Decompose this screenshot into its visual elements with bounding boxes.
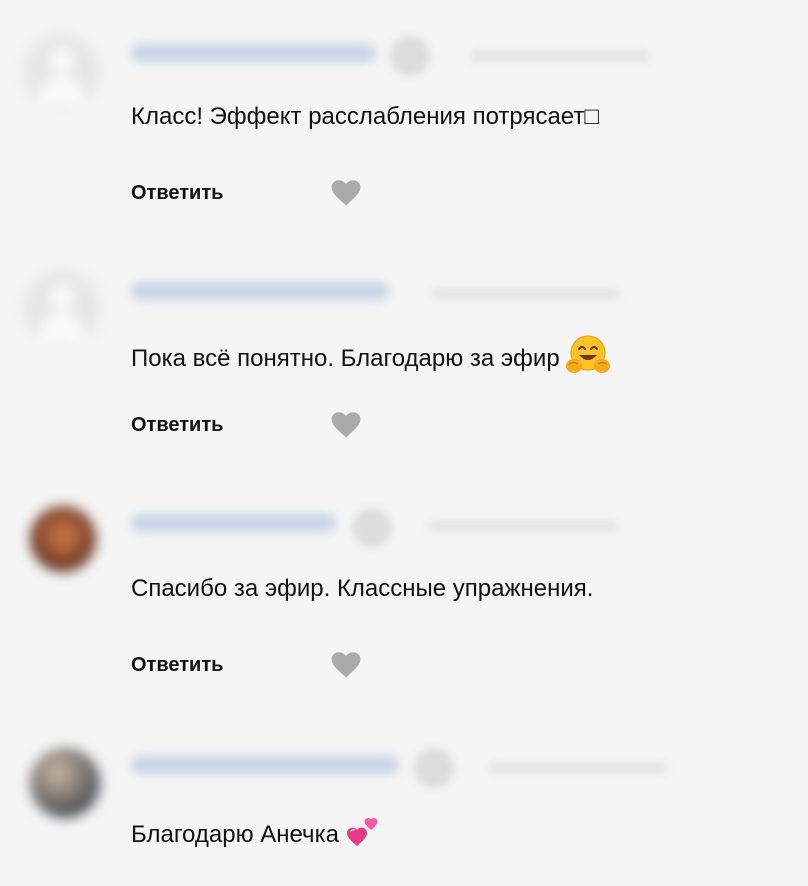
comment-text: Спасибо за эфир. Классные упражнения. [131, 573, 593, 605]
user-avatar[interactable] [24, 270, 100, 346]
user-avatar[interactable] [30, 506, 96, 572]
like-heart-icon[interactable] [331, 179, 361, 207]
author-name-blurred[interactable] [131, 44, 376, 62]
like-heart-icon[interactable] [331, 411, 361, 439]
reply-button[interactable]: Ответить [131, 654, 223, 677]
comment-text-content: Спасибо за эфир. Классные упражнения. [131, 575, 594, 602]
comments-feed: Класс! Эффект расслабления потрясает□ От… [0, 0, 808, 886]
author-badge-blurred [352, 508, 392, 548]
reply-button[interactable]: Ответить [131, 182, 223, 205]
timestamp-blurred [488, 762, 668, 774]
hugging-face-icon [565, 334, 610, 385]
timestamp-blurred [470, 50, 650, 62]
comment-text-content: Класс! Эффект расслабления потрясает [131, 103, 585, 130]
comment-text: Благодарю Анечка [131, 813, 381, 858]
comment-text: Пока всё понятно. Благодарю за эфир [131, 334, 610, 385]
author-badge-blurred [390, 36, 430, 76]
user-avatar[interactable] [24, 34, 100, 110]
timestamp-blurred [428, 520, 618, 532]
comment-text-content: Пока всё понятно. Благодарю за эфир [131, 344, 560, 372]
author-name-blurred[interactable] [131, 514, 336, 532]
comment-text-content: Благодарю Анечка [131, 820, 339, 848]
comment-text: Класс! Эффект расслабления потрясает□ [131, 101, 599, 133]
missing-glyph: □ [584, 103, 599, 130]
timestamp-blurred [432, 288, 620, 300]
like-heart-icon[interactable] [331, 651, 361, 679]
two-hearts-icon [345, 813, 381, 858]
author-name-blurred[interactable] [131, 756, 399, 774]
author-badge-blurred [414, 748, 454, 788]
reply-button[interactable]: Ответить [131, 414, 223, 437]
author-name-blurred[interactable] [131, 282, 389, 300]
user-avatar[interactable] [30, 748, 100, 818]
